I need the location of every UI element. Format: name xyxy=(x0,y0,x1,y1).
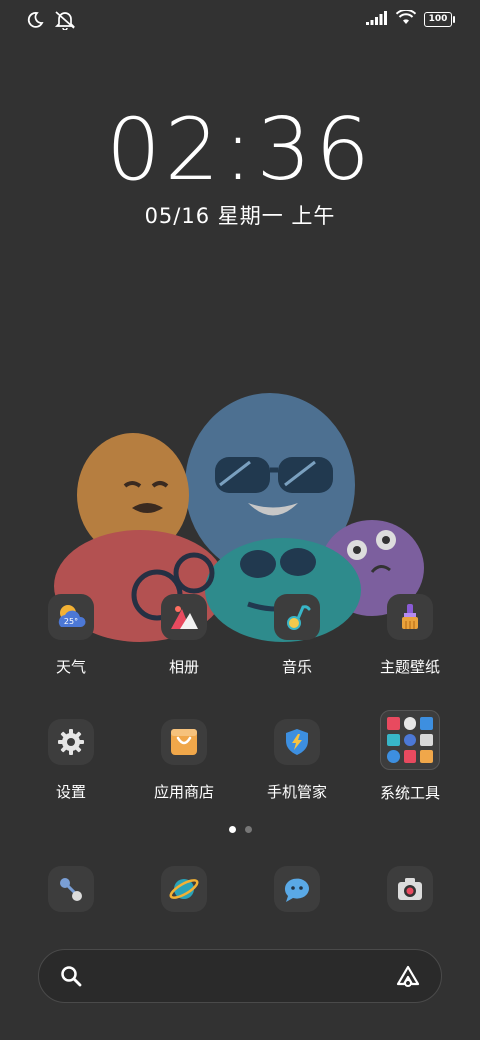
app-label: 相册 xyxy=(168,658,199,676)
phone-icon xyxy=(48,866,94,912)
chat-bubble-icon xyxy=(274,866,320,912)
assistant-icon[interactable] xyxy=(395,964,421,992)
app-label: 音乐 xyxy=(281,658,312,676)
app-label: 手机管家 xyxy=(266,783,327,801)
paint-brush-icon xyxy=(387,594,433,640)
signal-icon xyxy=(366,10,388,29)
shield-icon xyxy=(274,719,320,765)
music-icon xyxy=(274,594,320,640)
planet-icon xyxy=(161,866,207,912)
app-label: 主题壁纸 xyxy=(379,658,440,676)
search-bar[interactable] xyxy=(38,949,442,1003)
app-label: 设置 xyxy=(55,783,86,801)
dock-messages[interactable] xyxy=(247,866,347,912)
app-store[interactable]: 应用商店 xyxy=(134,719,234,802)
app-label: 应用商店 xyxy=(153,783,214,801)
page-dot[interactable] xyxy=(244,826,252,833)
gallery-icon xyxy=(161,594,207,640)
search-icon xyxy=(59,964,83,992)
dock-browser[interactable] xyxy=(134,866,234,912)
gear-icon xyxy=(48,719,94,765)
dock-phone[interactable] xyxy=(21,866,121,912)
weather-icon: 25° xyxy=(48,594,94,640)
page-dot-current[interactable] xyxy=(228,826,236,833)
app-security[interactable]: 手机管家 xyxy=(247,719,347,802)
app-weather[interactable]: 25° 天气 xyxy=(21,594,121,677)
status-bar: 100 xyxy=(0,0,480,40)
silent-bell-icon xyxy=(54,10,76,34)
app-label: 天气 xyxy=(55,658,86,676)
page-indicator xyxy=(0,826,480,833)
shopping-bag-icon xyxy=(161,719,207,765)
folder-grid-icon xyxy=(380,710,440,770)
folder-system-tools[interactable]: 系统工具 xyxy=(360,710,460,803)
app-settings[interactable]: 设置 xyxy=(21,719,121,802)
moon-icon xyxy=(26,11,44,33)
svg-text:25°: 25° xyxy=(64,617,78,626)
battery-icon: 100 xyxy=(424,12,455,27)
app-music[interactable]: 音乐 xyxy=(247,594,347,677)
lockscreen-date: 05/16 星期一 上午 xyxy=(144,204,336,228)
camera-icon xyxy=(387,866,433,912)
app-gallery[interactable]: 相册 xyxy=(134,594,234,677)
dock-camera[interactable] xyxy=(360,866,460,912)
lockscreen-clock: 02:36 xyxy=(106,100,374,200)
wifi-icon xyxy=(395,8,417,29)
app-themes[interactable]: 主题壁纸 xyxy=(360,594,460,677)
app-label: 系统工具 xyxy=(379,784,440,802)
